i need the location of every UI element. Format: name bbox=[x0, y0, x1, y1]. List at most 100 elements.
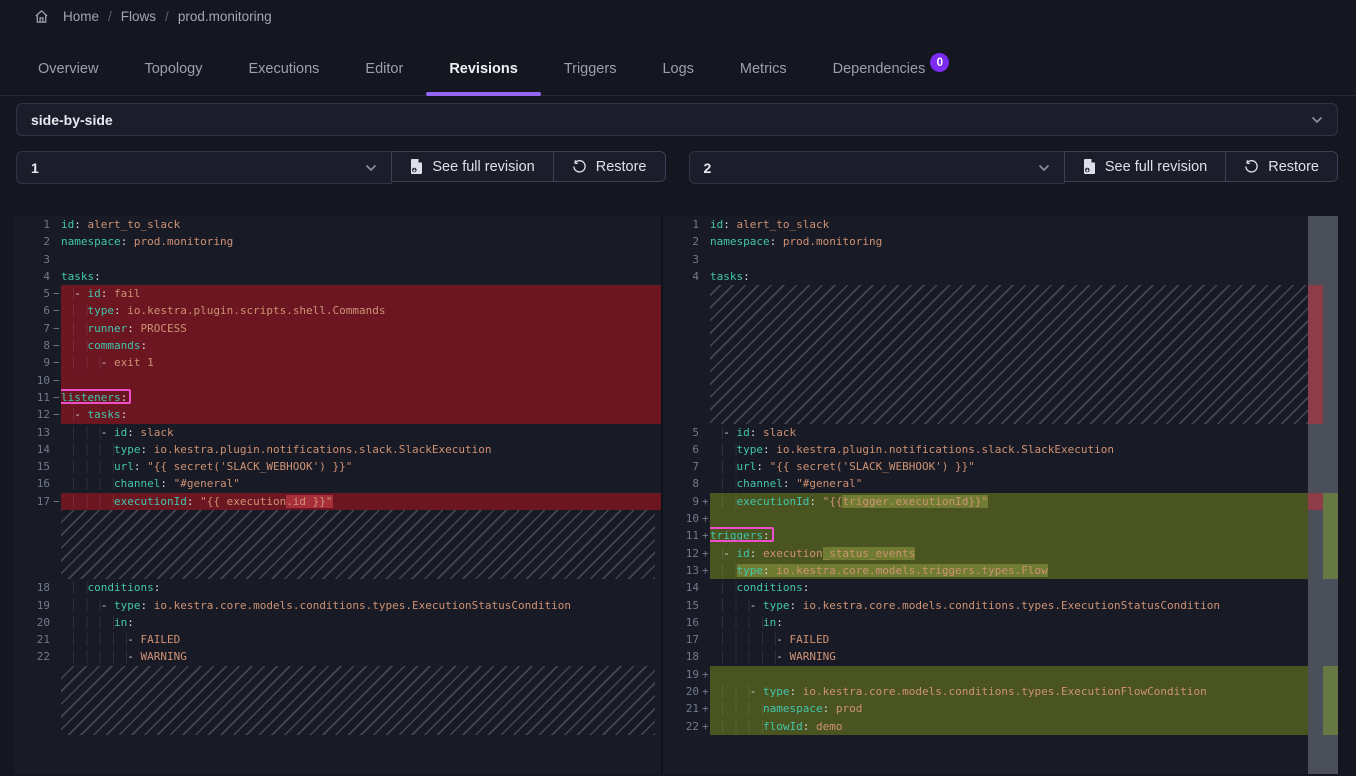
breadcrumb-item[interactable]: Home bbox=[63, 9, 99, 24]
line-content[interactable]: type: io.kestra.plugin.notifications.sla… bbox=[710, 441, 1308, 458]
line-content[interactable]: url: "{{ secret('SLACK_WEBHOOK') }}" bbox=[61, 458, 661, 475]
line-content[interactable] bbox=[61, 251, 661, 268]
line-content[interactable]: - tasks: bbox=[61, 406, 661, 423]
overview-ruler-scrollbar[interactable] bbox=[1308, 216, 1338, 774]
line-number: 10 bbox=[663, 510, 702, 527]
tab-logs[interactable]: Logs bbox=[639, 48, 716, 95]
tab-executions[interactable]: Executions bbox=[225, 48, 342, 95]
diff-marker: + bbox=[702, 666, 710, 683]
line-content[interactable]: url: "{{ secret('SLACK_WEBHOOK') }}" bbox=[710, 458, 1308, 475]
diff-marker: − bbox=[53, 406, 61, 423]
line-content[interactable] bbox=[710, 251, 1308, 268]
diff-pane-right: 1id: alert_to_slack2namespace: prod.moni… bbox=[663, 216, 1308, 774]
revision-group-left: 1 See full revision Restore bbox=[16, 151, 666, 184]
line-number: 18 bbox=[14, 579, 53, 596]
diff-marker bbox=[53, 648, 61, 665]
line-content[interactable]: namespace: prod.monitoring bbox=[710, 233, 1308, 250]
code-line: 15 url: "{{ secret('SLACK_WEBHOOK') }}" bbox=[14, 458, 661, 475]
tab-topology[interactable]: Topology bbox=[121, 48, 225, 95]
code-line: 11+triggers: bbox=[663, 527, 1308, 544]
tab-label: Editor bbox=[365, 61, 403, 77]
line-content[interactable]: conditions: bbox=[710, 579, 1308, 596]
tab-revisions[interactable]: Revisions bbox=[426, 48, 541, 95]
line-number: 5 bbox=[663, 424, 702, 441]
line-content[interactable]: type: io.kestra.plugin.notifications.sla… bbox=[61, 441, 661, 458]
tab-list: OverviewTopologyExecutions Editor Revision… bbox=[15, 48, 972, 95]
line-number: 18 bbox=[663, 648, 702, 665]
tab-dependencies[interactable]: Dependencies0 bbox=[810, 48, 973, 95]
line-content[interactable]: - id: slack bbox=[710, 424, 1308, 441]
line-content[interactable]: - FAILED bbox=[710, 631, 1308, 648]
diff-marker bbox=[702, 597, 710, 614]
line-number: 19 bbox=[663, 666, 702, 683]
tab-triggers[interactable]: Triggers bbox=[541, 48, 640, 95]
line-content[interactable]: executionId: "{{trigger.executionId}}" bbox=[710, 493, 1308, 510]
line-content[interactable]: in: bbox=[61, 614, 661, 631]
line-content[interactable]: namespace: prod bbox=[710, 700, 1308, 717]
tab-overview[interactable]: Overview bbox=[15, 48, 121, 95]
line-content[interactable]: - id: execution_status_events bbox=[710, 545, 1308, 562]
diff-marker: + bbox=[702, 545, 710, 562]
line-content[interactable]: flowId: demo bbox=[710, 718, 1308, 735]
line-content[interactable]: type: io.kestra.plugin.scripts.shell.Com… bbox=[61, 302, 661, 319]
tab-editor[interactable]: Editor bbox=[342, 48, 426, 95]
see-full-revision-right-button[interactable]: See full revision bbox=[1064, 151, 1226, 182]
line-content[interactable]: - type: io.kestra.core.models.conditions… bbox=[710, 683, 1308, 700]
line-content[interactable]: - id: slack bbox=[61, 424, 661, 441]
diff-marker: − bbox=[53, 320, 61, 337]
diff-marker bbox=[702, 648, 710, 665]
revision-select-left[interactable]: 1 bbox=[16, 151, 392, 184]
line-content[interactable]: type: io.kestra.core.models.triggers.typ… bbox=[710, 562, 1308, 579]
line-content[interactable]: triggers: bbox=[710, 527, 1308, 544]
line-content[interactable]: channel: "#general" bbox=[710, 475, 1308, 492]
line-content[interactable]: conditions: bbox=[61, 579, 661, 596]
line-content[interactable]: channel: "#general" bbox=[61, 475, 661, 492]
line-content[interactable]: - type: io.kestra.core.models.conditions… bbox=[710, 597, 1308, 614]
code-line: 9− - exit 1 bbox=[14, 354, 661, 371]
restore-right-button[interactable]: Restore bbox=[1225, 151, 1338, 182]
line-content[interactable]: - type: io.kestra.core.models.conditions… bbox=[61, 597, 661, 614]
diff-mode-select[interactable]: side-by-side bbox=[16, 103, 1338, 136]
line-content[interactable]: id: alert_to_slack bbox=[61, 216, 661, 233]
diff-marker: − bbox=[53, 493, 61, 510]
find-match-highlight: triggers: bbox=[710, 529, 770, 542]
restore-icon bbox=[572, 159, 587, 174]
line-content[interactable] bbox=[61, 372, 661, 389]
line-content[interactable]: tasks: bbox=[61, 268, 661, 285]
diff-marker: + bbox=[702, 683, 710, 700]
tab-label: Dependencies bbox=[833, 61, 926, 77]
see-full-revision-left-button[interactable]: See full revision bbox=[391, 151, 553, 182]
line-content[interactable] bbox=[710, 510, 1308, 527]
tab-metrics[interactable]: Metrics bbox=[717, 48, 810, 95]
line-content[interactable]: runner: PROCESS bbox=[61, 320, 661, 337]
diff-marker bbox=[53, 475, 61, 492]
restore-left-button[interactable]: Restore bbox=[553, 151, 666, 182]
line-content[interactable]: - FAILED bbox=[61, 631, 661, 648]
line-content[interactable]: - WARNING bbox=[710, 648, 1308, 665]
line-content[interactable]: namespace: prod.monitoring bbox=[61, 233, 661, 250]
code-line: 13 - id: slack bbox=[14, 424, 661, 441]
line-content[interactable]: in: bbox=[710, 614, 1308, 631]
diff-marker bbox=[702, 441, 710, 458]
line-number: 17 bbox=[14, 493, 53, 510]
file-document-icon bbox=[1083, 159, 1096, 174]
diff-marker: + bbox=[702, 718, 710, 735]
line-content[interactable]: listeners: bbox=[61, 389, 661, 406]
line-content[interactable]: executionId: "{{ execution.id }}" bbox=[61, 493, 661, 510]
revision-select-right[interactable]: 2 bbox=[689, 151, 1065, 184]
code-line: 16 in: bbox=[663, 614, 1308, 631]
line-content[interactable]: id: alert_to_slack bbox=[710, 216, 1308, 233]
breadcrumb-item[interactable]: Flows bbox=[121, 9, 156, 24]
line-content[interactable]: - WARNING bbox=[61, 648, 661, 665]
line-content[interactable]: tasks: bbox=[710, 268, 1308, 285]
code-line: 22 - WARNING bbox=[14, 648, 661, 665]
line-number: 22 bbox=[663, 718, 702, 735]
code-line: 17 - FAILED bbox=[663, 631, 1308, 648]
line-content[interactable]: commands: bbox=[61, 337, 661, 354]
line-number: 11 bbox=[14, 389, 53, 406]
line-content[interactable]: - id: fail bbox=[61, 285, 661, 302]
home-icon[interactable] bbox=[34, 9, 49, 24]
code-line: 7 url: "{{ secret('SLACK_WEBHOOK') }}" bbox=[663, 458, 1308, 475]
line-content[interactable]: - exit 1 bbox=[61, 354, 661, 371]
line-content[interactable] bbox=[710, 666, 1308, 683]
